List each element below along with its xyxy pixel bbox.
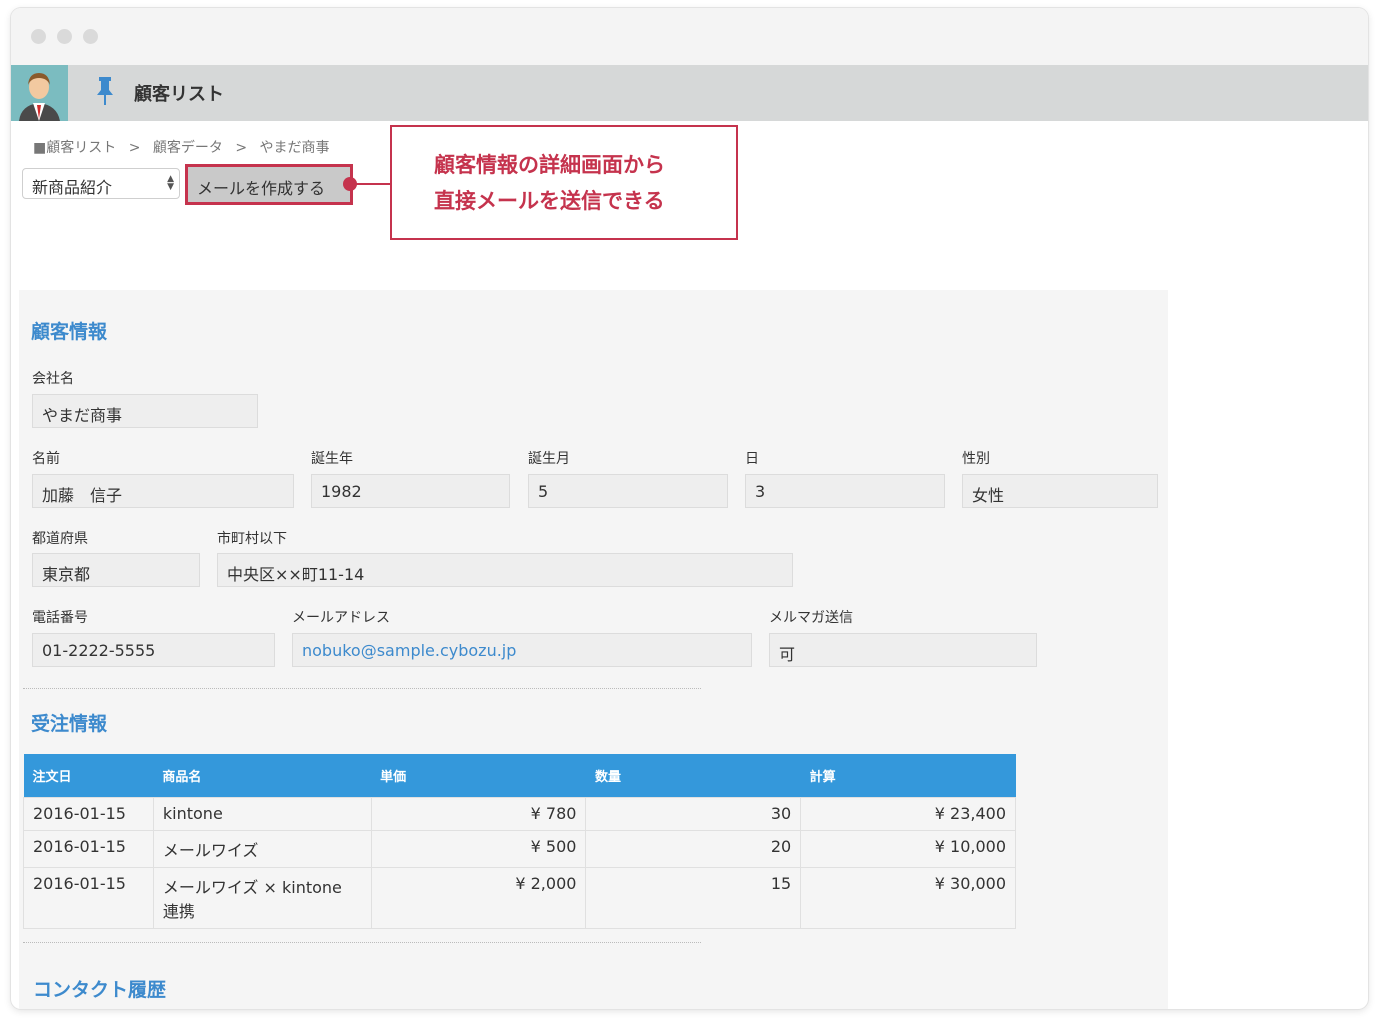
column-header-total: 計算 <box>800 754 1016 797</box>
birth-year-field[interactable]: 1982 <box>311 474 510 508</box>
birth-day-label: 日 <box>745 451 759 467</box>
total-cell: ¥ 30,000 <box>800 866 1016 929</box>
birth-year-label: 誕生年 <box>311 451 353 467</box>
breadcrumb-separator: > <box>128 140 141 156</box>
callout-connector <box>351 183 391 185</box>
mail-template-select[interactable]: 新商品紹介 ▲ ▼ <box>22 168 180 199</box>
orders-section-title: 受注情報 <box>31 713 108 735</box>
birth-month-field[interactable]: 5 <box>528 474 728 508</box>
record-detail-panel: 顧客情報 会社名 やまだ商事 名前 加藤 信子 誕生年 1982 誕生月 5 日… <box>19 290 1168 1009</box>
birth-month-label: 誕生月 <box>528 451 570 467</box>
table-row: 2016-01-15 メールワイズ ¥ 500 20 ¥ 10,000 <box>23 829 1016 868</box>
order-date-cell: 2016-01-15 <box>23 866 154 929</box>
email-label: メールアドレス <box>292 610 390 626</box>
breadcrumb-current-record: やまだ商事 <box>259 140 330 156</box>
gender-label: 性別 <box>962 451 990 467</box>
app-title: 顧客リスト <box>134 84 224 105</box>
column-header-unit-price: 単価 <box>371 754 586 797</box>
order-date-cell: 2016-01-15 <box>23 829 154 868</box>
minimize-window-dot[interactable] <box>57 29 72 44</box>
close-window-dot[interactable] <box>31 29 46 44</box>
total-cell: ¥ 10,000 <box>800 829 1016 868</box>
breadcrumb-view-link[interactable]: 顧客データ <box>153 140 223 156</box>
app-window: 顧客リスト ■顧客リスト > 顧客データ > やまだ商事 新商品紹介 ▲ ▼ メー… <box>11 8 1368 1009</box>
newsletter-field[interactable]: 可 <box>769 633 1037 667</box>
phone-field[interactable]: 01-2222-5555 <box>32 633 275 667</box>
breadcrumb: ■顧客リスト > 顧客データ > やまだ商事 <box>33 137 338 157</box>
pin-icon[interactable] <box>96 77 114 109</box>
compose-mail-button[interactable]: メールを作成する <box>185 164 353 205</box>
quantity-cell: 20 <box>585 829 802 868</box>
prefecture-field[interactable]: 東京都 <box>32 553 200 587</box>
column-header-order-date: 注文日 <box>23 754 154 797</box>
window-titlebar <box>11 8 1368 65</box>
name-field[interactable]: 加藤 信子 <box>32 474 294 508</box>
column-header-quantity: 数量 <box>585 754 801 797</box>
city-label: 市町村以下 <box>217 531 287 547</box>
unit-price-cell: ¥ 2,000 <box>370 866 587 929</box>
zoom-window-dot[interactable] <box>83 29 98 44</box>
breadcrumb-separator: > <box>235 140 248 156</box>
email-link[interactable]: nobuko@sample.cybozu.jp <box>292 633 752 667</box>
total-cell: ¥ 23,400 <box>800 796 1016 831</box>
orders-table: 注文日 商品名 単価 数量 計算 2016-01-15 kintone ¥ 78… <box>23 754 1016 929</box>
product-cell: メールワイズ <box>152 829 372 868</box>
table-row: 2016-01-15 kintone ¥ 780 30 ¥ 23,400 <box>23 796 1016 831</box>
order-date-cell: 2016-01-15 <box>23 796 154 831</box>
company-label: 会社名 <box>32 371 74 387</box>
city-field[interactable]: 中央区××町11-14 <box>217 553 793 587</box>
quantity-cell: 15 <box>585 866 802 929</box>
callout-dot <box>343 177 357 191</box>
customer-section-title: 顧客情報 <box>31 321 108 343</box>
birth-day-field[interactable]: 3 <box>745 474 945 508</box>
prefecture-label: 都道府県 <box>32 531 88 547</box>
section-divider <box>23 942 701 943</box>
quantity-cell: 30 <box>585 796 802 831</box>
company-field[interactable]: やまだ商事 <box>32 394 258 428</box>
orders-header-row: 注文日 商品名 単価 数量 計算 <box>23 754 1016 797</box>
breadcrumb-app-link[interactable]: ■顧客リスト <box>33 140 116 156</box>
contact-section-title: コンタクト履歴 <box>33 979 167 1001</box>
mail-template-value: 新商品紹介 <box>32 178 113 197</box>
unit-price-cell: ¥ 780 <box>370 796 587 831</box>
select-arrows-icon: ▲ ▼ <box>167 174 174 192</box>
name-label: 名前 <box>32 451 60 467</box>
callout-annotation: 顧客情報の詳細画面から 直接メールを送信できる <box>390 125 738 240</box>
column-header-product: 商品名 <box>153 754 372 797</box>
newsletter-label: メルマガ送信 <box>769 610 853 626</box>
product-cell: メールワイズ × kintone 連携 <box>152 866 372 929</box>
callout-line-1: 顧客情報の詳細画面から <box>434 153 665 177</box>
unit-price-cell: ¥ 500 <box>370 829 587 868</box>
section-divider <box>23 688 701 689</box>
callout-line-2: 直接メールを送信できる <box>434 189 665 213</box>
phone-label: 電話番号 <box>32 610 88 626</box>
avatar[interactable] <box>11 65 68 121</box>
table-row: 2016-01-15 メールワイズ × kintone 連携 ¥ 2,000 1… <box>23 866 1016 929</box>
product-cell: kintone <box>152 796 372 831</box>
app-header: 顧客リスト <box>11 65 1368 121</box>
gender-field[interactable]: 女性 <box>962 474 1158 508</box>
